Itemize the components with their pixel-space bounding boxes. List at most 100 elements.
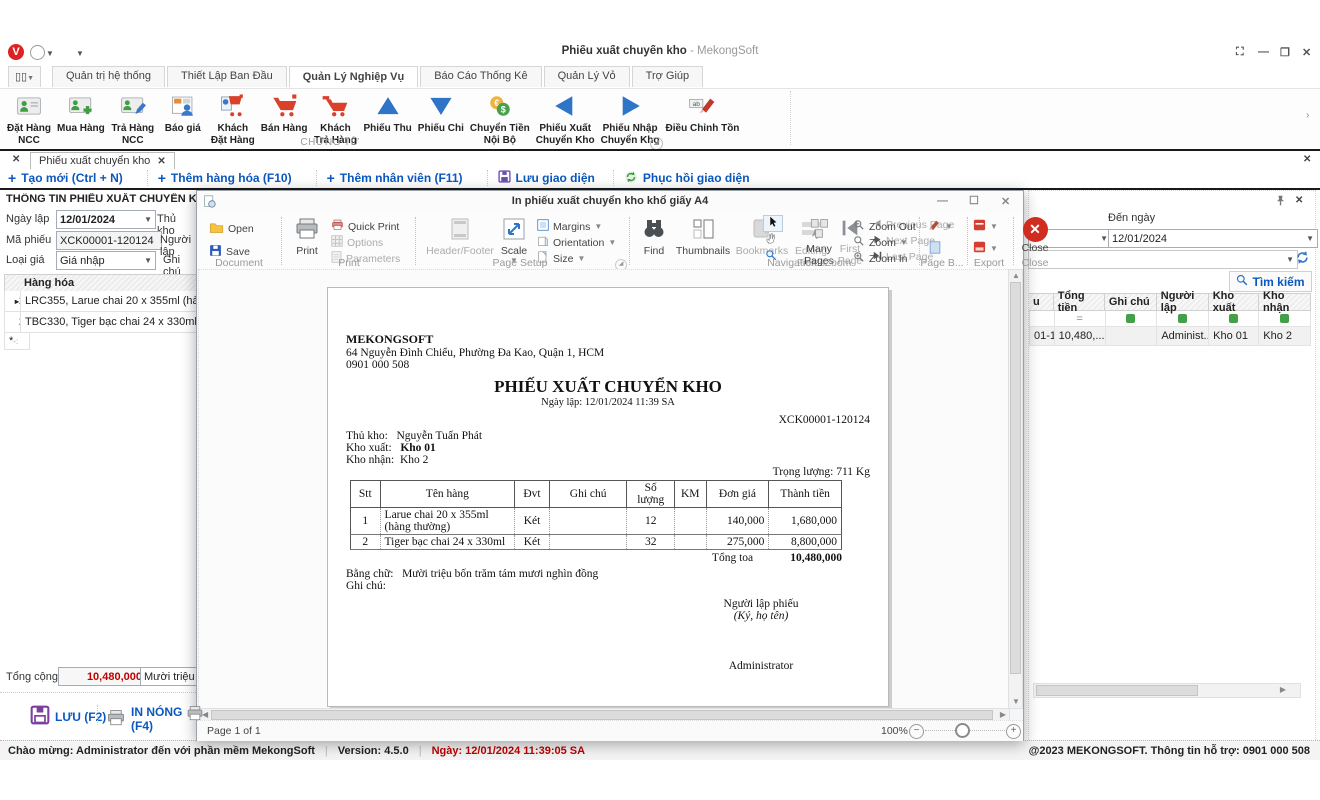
dialog-minimize-button[interactable]: —	[937, 195, 948, 207]
item-row[interactable]: LRC355, Larue chai 20 x 355ml (hàng	[20, 291, 206, 312]
price-type-select[interactable]: Giá nhập▼	[56, 251, 156, 270]
hand-tool-button[interactable]	[765, 233, 777, 248]
ribbon-scroll-right-icon[interactable]: ›	[1306, 111, 1309, 121]
add-staff-button[interactable]: + Thêm nhân viên (F11)	[327, 170, 463, 186]
save-button[interactable]: LƯU (F2)	[30, 705, 106, 728]
print-button[interactable]: Print	[289, 217, 325, 257]
restore-layout-button[interactable]: Phục hồi giao diện	[624, 170, 750, 187]
ribbon-btn-khach-dat-hang[interactable]: Khách Đặt Hàng	[208, 91, 258, 146]
doc-tab-close-icon[interactable]: ✕	[157, 156, 165, 167]
open-button[interactable]: Open	[209, 221, 254, 237]
close-window-button[interactable]: ✕	[1302, 46, 1311, 59]
quick-print-button[interactable]: Quick Print	[331, 219, 399, 234]
item-row[interactable]: TBC330, Tiger bạc chai 24 x 330ml	[20, 312, 206, 333]
page-background-button[interactable]: ▼	[927, 219, 953, 234]
minimize-button[interactable]: —	[1258, 46, 1269, 58]
zoom-minus-button[interactable]: −	[909, 724, 924, 739]
refresh-icon[interactable]	[1295, 250, 1310, 268]
ribbon-btn-dieu-chinh-ton[interactable]: ab Điều Chỉnh Tồn	[663, 91, 743, 135]
to-date-input[interactable]: 12/01/2024▼	[1108, 229, 1318, 248]
transfer-money-coins-icon: €$	[487, 94, 513, 121]
filter-cell[interactable]	[1029, 311, 1055, 327]
dialog-close-button[interactable]: ✕ Close	[1015, 217, 1055, 255]
save-layout-button[interactable]: Lưu giao diện	[498, 170, 595, 186]
panel-close-icon[interactable]: ✕	[1295, 195, 1303, 206]
filter-cell[interactable]: =	[1055, 311, 1106, 327]
ribbon-tab-quan-tri[interactable]: Quản trị hệ thống	[52, 66, 165, 87]
filter-select[interactable]: ▼	[1028, 250, 1298, 269]
group-label-page-background: Page B...	[919, 257, 965, 269]
filter-cell[interactable]	[1209, 311, 1259, 327]
dialog-maximize-button[interactable]: ☐	[969, 194, 979, 207]
ribbon-btn-ban-hang[interactable]: Bán Hàng	[258, 91, 311, 135]
tabstrip-close-icon[interactable]: ✕	[12, 154, 20, 165]
zoom-slider-thumb[interactable]	[955, 723, 970, 738]
chevron-down-icon[interactable]: ▼	[1286, 255, 1294, 264]
ribbon-btn-chuyen-tien[interactable]: €$ Chuyển Tiền Nội Bộ	[467, 91, 533, 146]
options-button[interactable]: Options	[331, 235, 383, 250]
zoom-button[interactable]: Zoom▼	[853, 235, 908, 250]
partial-print-button-icon[interactable]	[186, 705, 204, 725]
margins-button[interactable]: Margins▼	[537, 219, 602, 234]
scroll-down-icon[interactable]: ▼	[1012, 698, 1020, 706]
orientation-button[interactable]: Orientation▼	[537, 235, 616, 250]
dialog-title-bar: In phiếu xuất chuyển kho khổ giấy A4 — ☐…	[197, 191, 1023, 214]
ribbon-btn-bao-gia[interactable]: Báo giá	[158, 91, 208, 135]
scroll-right-icon[interactable]: ▶	[1000, 711, 1006, 719]
thumbnails-button[interactable]: Thumbnails	[675, 217, 731, 257]
search-button[interactable]: Tìm kiếm	[1229, 271, 1312, 292]
chevron-down-icon[interactable]: ▼	[1306, 234, 1314, 243]
ribbon-tab-tro-giup[interactable]: Trợ Giúp	[632, 66, 703, 87]
filter-cell[interactable]	[1106, 311, 1158, 327]
zoom-plus-button[interactable]: +	[1006, 724, 1021, 739]
chevron-down-icon[interactable]: ▼	[1100, 234, 1108, 243]
ribbon-tab-quan-ly-vo[interactable]: Quản Lý Vỏ	[544, 66, 630, 87]
pointer-tool-button[interactable]	[763, 215, 783, 232]
scroll-right-icon[interactable]: ▶	[1280, 686, 1286, 694]
warehouse-in-right-arrow-icon	[617, 94, 643, 121]
ribbon-btn-phieu-xuat-chuyen-kho[interactable]: Phiếu Xuất Chuyển Kho	[533, 91, 598, 146]
ribbon-tab-nghiep-vu[interactable]: Quản Lý Nghiệp Vụ	[289, 66, 418, 87]
pin-icon[interactable]	[1275, 195, 1286, 209]
chevron-down-icon[interactable]: ▼	[144, 215, 152, 224]
ribbon-tab-thiet-lap[interactable]: Thiết Lập Ban Đầu	[167, 66, 287, 87]
new-button[interactable]: + Tạo mới (Ctrl + N)	[8, 170, 123, 186]
new-row-indicator[interactable]: *-:	[4, 333, 30, 350]
restore-button[interactable]: ❐	[1280, 46, 1290, 59]
zoom-percent: 100%	[881, 725, 908, 737]
date-input[interactable]: 12/01/2024▼	[56, 210, 156, 229]
ribbon-btn-phieu-chi[interactable]: Phiếu Chi	[415, 91, 467, 135]
scroll-up-icon[interactable]: ▲	[1012, 272, 1020, 280]
doc-tab[interactable]: Phiếu xuất chuyển kho ✕	[30, 152, 175, 169]
dialog-close-x-button[interactable]: ✕	[1001, 195, 1010, 208]
ribbon-btn-tra-hang-ncc[interactable]: Trả Hàng NCC	[108, 91, 158, 146]
add-item-button[interactable]: + Thêm hàng hóa (F10)	[158, 170, 292, 186]
hot-print-button[interactable]: IN NÓNG (F4)	[106, 705, 196, 733]
header-footer-button[interactable]: Header/Footer	[425, 217, 495, 257]
ribbon-btn-phieu-thu[interactable]: Phiếu Thu	[360, 91, 414, 135]
items-grid-header[interactable]: Hàng hóa	[20, 274, 205, 292]
fullscreen-button[interactable]: ⛶	[1236, 46, 1244, 59]
preview-area[interactable]: MEKONGSOFT 64 Nguyễn Đình Chiểu, Phường …	[198, 269, 1010, 709]
tabstrip-close-right-icon[interactable]: ✕	[1303, 154, 1311, 165]
export-file-button[interactable]: ▼	[973, 219, 998, 234]
preview-vscrollbar[interactable]: ▲ ▼	[1008, 269, 1023, 709]
binoculars-icon	[642, 217, 666, 245]
panel-hscrollbar[interactable]: ▶	[1033, 683, 1301, 698]
app-menu-button[interactable]: ▯▯▼	[8, 66, 41, 87]
print-preview-dialog: In phiếu xuất chuyển kho khổ giấy A4 — ☐…	[196, 190, 1024, 741]
zoom-out-button[interactable]: Zoom Out	[853, 219, 916, 234]
chevron-down-icon[interactable]: ▼	[144, 256, 152, 265]
ribbon-btn-dat-hang-ncc[interactable]: Đặt Hàng NCC	[4, 91, 54, 146]
chevron-down-icon: ▼	[945, 223, 953, 231]
search-grid-row[interactable]: 01-1... 10,480,... Administ... Kho 01 Kh…	[1029, 327, 1311, 346]
watermark-doc-icon[interactable]	[929, 241, 941, 257]
filter-cell[interactable]	[1259, 311, 1311, 327]
ribbon-tab-bao-cao[interactable]: Báo Cáo Thống Kê	[420, 66, 541, 87]
orientation-icon	[537, 235, 549, 250]
find-button[interactable]: Find	[637, 217, 671, 257]
code-input[interactable]: XCK00001-120124	[56, 231, 162, 250]
send-email-button[interactable]: ▼	[973, 241, 998, 256]
ribbon-btn-mua-hang[interactable]: Mua Hàng	[54, 91, 108, 135]
filter-cell[interactable]	[1157, 311, 1209, 327]
